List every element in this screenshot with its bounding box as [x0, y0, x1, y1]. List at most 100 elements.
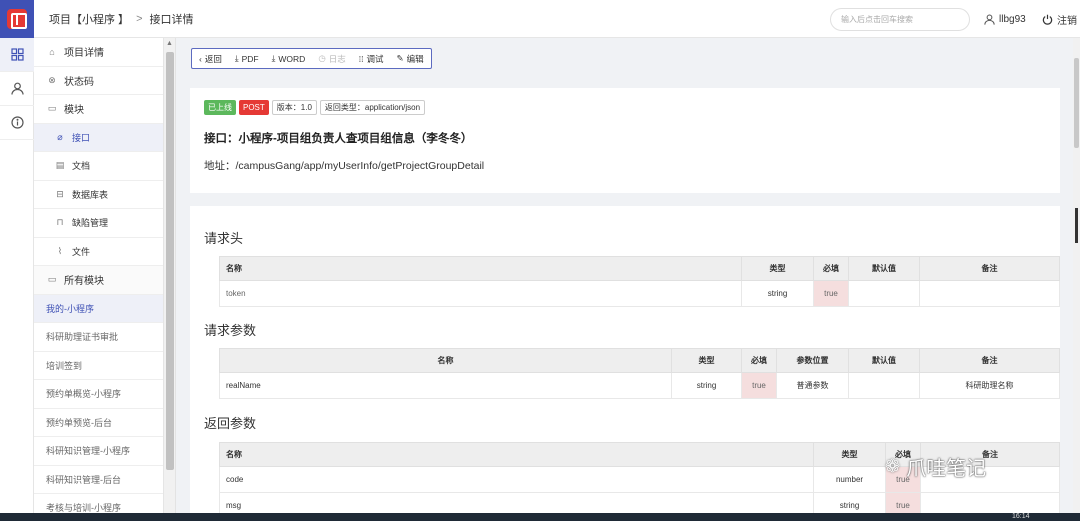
module-label: 培训签到 [46, 360, 83, 371]
sidebar-item-file[interactable]: ⌇ 文件 [34, 238, 163, 266]
username: llbg93 [999, 13, 1026, 25]
sidebar-item-project-detail[interactable]: ⌂ 项目详情 [34, 38, 163, 67]
sidebar-item-label: 文档 [72, 161, 91, 172]
edit-button[interactable]: ✎ 编辑 [397, 53, 424, 65]
search-placeholder: 输入后点击回车搜索 [841, 15, 913, 24]
sidebar-item-database[interactable]: ⊟ 数据库表 [34, 181, 163, 209]
api-toolbar: ‹ 返回 ⤓ PDF ⤓ WORD ◷ 日志 ⁞⁞ 调试 ✎ 编辑 [191, 48, 432, 69]
grid-icon[interactable] [0, 38, 34, 72]
sidebar-item-document[interactable]: ▤ 文档 [34, 152, 163, 181]
module-link[interactable]: 科研助理证书审批 [34, 323, 163, 352]
breadcrumb-project[interactable]: 项目【小程序 】 [49, 11, 129, 27]
sidebar-item-label: 项目详情 [64, 48, 104, 60]
sidebar-item-module[interactable]: ▭ 模块 [34, 95, 163, 124]
table-row: token string true [219, 280, 1060, 307]
app-logo[interactable] [0, 0, 34, 38]
module-link[interactable]: 科研知识管理-后台 [34, 466, 163, 494]
table-cell [848, 372, 920, 399]
sidebar-item-all-modules[interactable]: ▭ 所有模块 [34, 266, 163, 295]
debug-button[interactable]: ⁞⁞ 调试 [359, 53, 384, 65]
column-header: 类型 [741, 256, 814, 281]
top-header: 项目【小程序 】 > 接口详情 输入后点击回车搜索 llbg93 注销 [34, 0, 1080, 38]
table-row: realName string true 普通参数 科研助理名称 [219, 372, 1060, 399]
method-badge: POST [239, 100, 269, 115]
taskbar-clock: 16:14 [1012, 513, 1030, 520]
column-header: 类型 [813, 442, 886, 467]
debug-label: 调试 [366, 53, 384, 64]
page-scrollbar[interactable] [1073, 38, 1080, 513]
module-link[interactable]: 我的-小程序 [34, 294, 163, 323]
logout-label: 注销 [1057, 15, 1077, 27]
log-label: 日志 [328, 53, 346, 64]
folder-icon: ▭ [47, 274, 57, 285]
sidebar-item-label: 模块 [64, 105, 84, 117]
module-label: 预约单预览-后台 [46, 417, 112, 428]
api-tags: 已上线 POST 版本：1.0 返回类型：application/json [204, 100, 426, 115]
sidebar-item-status-code[interactable]: ⊗ 状态码 [34, 67, 163, 95]
database-icon: ⊟ [56, 188, 64, 199]
edit-label: 编辑 [406, 53, 424, 64]
table-cell: token [219, 280, 742, 307]
user-menu[interactable]: llbg93 [984, 0, 1026, 38]
back-button[interactable]: ‹ 返回 [199, 53, 222, 65]
edit-icon: ✎ [396, 53, 404, 63]
user-icon[interactable] [0, 72, 34, 106]
logout-button[interactable]: 注销 [1042, 0, 1077, 38]
table-cell: true [741, 372, 777, 399]
sidebar-item-api[interactable]: ⌀ 接口 [34, 123, 163, 152]
sidebar-item-label: 缺陷管理 [72, 218, 109, 229]
table-cell: 科研助理名称 [919, 372, 1060, 399]
pdf-button[interactable]: ⤓ PDF [235, 53, 259, 64]
search-input[interactable]: 输入后点击回车搜索 [830, 8, 970, 31]
module-link[interactable]: 培训签到 [34, 352, 163, 380]
sidebar-item-label: 文件 [72, 246, 91, 257]
request-header-title: 请求头 [204, 231, 244, 246]
link-icon: ⌀ [57, 131, 63, 142]
sidebar-item-label: 接口 [72, 132, 91, 143]
request-params-title: 请求参数 [204, 323, 257, 338]
lock-icon: ⊓ [56, 217, 64, 228]
column-header: 默认值 [848, 256, 920, 281]
column-header: 默认值 [848, 348, 920, 373]
column-header: 名称 [219, 256, 742, 281]
column-header: 类型 [671, 348, 742, 373]
column-header: 备注 [919, 256, 1060, 281]
scroll-up-arrow-icon[interactable]: ▲ [166, 40, 173, 47]
download-icon: ⤓ [234, 53, 239, 63]
module-label: 科研知识管理-小程序 [46, 446, 130, 457]
column-header: 名称 [219, 442, 814, 467]
module-link[interactable]: 预约单概览-小程序 [34, 380, 163, 409]
table-cell: realName [219, 372, 672, 399]
module-label: 科研知识管理-后台 [46, 474, 121, 485]
table-cell: string [741, 280, 814, 307]
sidebar-item-defect[interactable]: ⊓ 缺陷管理 [34, 209, 163, 238]
info-icon[interactable] [0, 106, 34, 140]
column-header: 名称 [219, 348, 672, 373]
wechat-icon: ❁ [885, 456, 901, 476]
scrollbar-thumb[interactable] [166, 52, 174, 470]
user-icon [984, 14, 995, 25]
breadcrumb-current: 接口详情 [149, 13, 194, 26]
module-label: 科研助理证书审批 [46, 332, 119, 343]
sidebar-scrollbar[interactable]: ▲ [164, 38, 176, 521]
column-header: 必填 [813, 256, 849, 281]
power-icon [1042, 14, 1053, 25]
os-taskbar: 16:14 [0, 513, 1080, 521]
sidebar: ⌂ 项目详情 ⊗ 状态码 ▭ 模块 ⌀ 接口 ▤ 文档 ⊟ 数据库表 ⊓ 缺陷管理 ⌇ 文件 ▭… [34, 38, 164, 521]
word-button[interactable]: ⤓ WORD [272, 53, 306, 64]
scrollbar-thumb[interactable] [1074, 58, 1079, 148]
table-cell: number [813, 466, 886, 493]
scroll-marker [1075, 208, 1078, 243]
status-badge: 已上线 [204, 100, 236, 115]
module-link[interactable]: 预约单预览-后台 [34, 409, 163, 437]
breadcrumb: 项目【小程序 】 > 接口详情 [49, 11, 194, 27]
return-type-badge: 返回类型：application/json [319, 100, 426, 115]
table-cell: string [671, 372, 742, 399]
column-header: 必填 [741, 348, 777, 373]
home-icon: ⌂ [49, 46, 55, 57]
table-cell: true [813, 280, 849, 307]
module-link[interactable]: 科研知识管理-小程序 [34, 437, 163, 466]
log-button[interactable]: ◷ 日志 [318, 53, 345, 65]
response-params-title: 返回参数 [204, 416, 257, 431]
version-badge: 版本：1.0 [271, 100, 317, 115]
